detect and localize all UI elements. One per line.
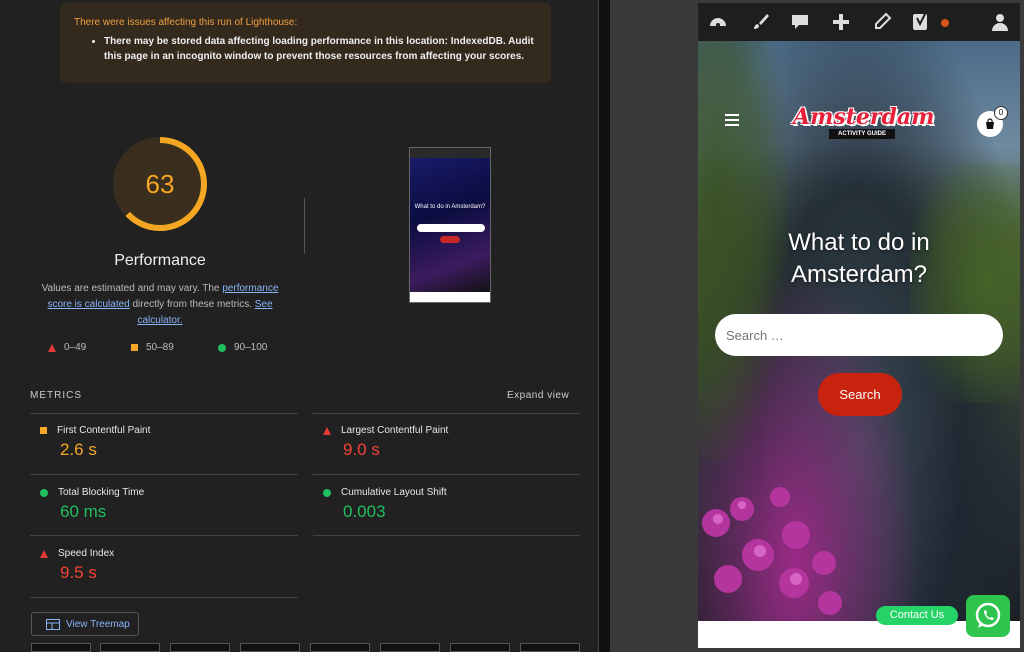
average-square-icon: [131, 344, 138, 351]
divider: [304, 198, 305, 254]
panel-divider[interactable]: [598, 0, 610, 652]
desc-text-mid: directly from these metrics.: [129, 299, 255, 310]
warning-item: There may be stored data affecting loadi…: [104, 34, 537, 64]
metric-value: 60 ms: [60, 502, 107, 521]
logo-title: Amsterdam: [793, 104, 935, 130]
thumb-title: What to do in Amsterdam?: [414, 204, 486, 210]
logo-subtitle: ACTIVITY GUIDE: [829, 129, 895, 139]
view-treemap-button[interactable]: View Treemap: [31, 612, 139, 636]
customize-brush-icon[interactable]: [751, 12, 771, 32]
metric-label: Largest Contentful Paint: [341, 425, 449, 436]
menu-icon[interactable]: [725, 114, 739, 129]
separator: [313, 474, 580, 475]
category-title: Performance: [114, 252, 206, 269]
separator: [313, 413, 580, 414]
thumb-admin-bar: [410, 148, 490, 158]
metric-label: Cumulative Layout Shift: [341, 487, 447, 498]
average-square-icon: [40, 427, 47, 434]
legend-fail-label: 0–49: [64, 342, 87, 353]
metric-value: 9.0 s: [343, 440, 380, 459]
cart-count-badge: 0: [994, 106, 1008, 120]
metric-value: 2.6 s: [60, 440, 97, 459]
separator: [30, 535, 298, 536]
search-button[interactable]: Search: [818, 373, 902, 416]
metric-lcp: Largest Contentful Paint 9.0 s: [313, 425, 573, 460]
mobile-preview: Amsterdam ACTIVITY GUIDE 0 What to do in…: [698, 3, 1020, 648]
filmstrip-frame: [380, 643, 440, 652]
legend-average: 50–89: [131, 342, 174, 353]
separator: [30, 474, 298, 475]
lighthouse-report: There were issues affecting this run of …: [0, 0, 598, 652]
thumb-search: [417, 224, 485, 232]
thumb-footer: [410, 292, 490, 302]
warning-title: There were issues affecting this run of …: [74, 17, 298, 28]
filmstrip-frame: [100, 643, 160, 652]
wp-admin-bar: [698, 3, 1020, 41]
metric-label: Total Blocking Time: [58, 487, 145, 498]
search-input[interactable]: [715, 314, 1003, 356]
treemap-label: View Treemap: [66, 618, 130, 630]
site-logo[interactable]: Amsterdam ACTIVITY GUIDE: [793, 104, 935, 142]
pass-circle-icon: [218, 343, 226, 352]
score-description: Values are estimated and may vary. The p…: [30, 281, 290, 329]
pass-circle-icon: [323, 488, 331, 497]
warning-box: There were issues affecting this run of …: [60, 3, 551, 83]
metric-tbt: Total Blocking Time 60 ms: [30, 487, 290, 522]
metric-si: Speed Index 9.5 s: [30, 548, 290, 583]
treemap-icon: [46, 618, 60, 630]
seo-status-dot: [941, 19, 949, 27]
dashboard-icon[interactable]: [708, 12, 728, 32]
yoast-icon[interactable]: [911, 12, 931, 32]
shopping-bag-icon: [986, 118, 994, 129]
legend-fail: 0–49: [48, 342, 86, 353]
filmstrip-frame: [450, 643, 510, 652]
new-plus-icon[interactable]: [831, 12, 851, 32]
filmstrip-frame: [240, 643, 300, 652]
expand-view-button[interactable]: Expand view: [507, 390, 569, 401]
comments-icon[interactable]: [790, 12, 810, 32]
legend-average-label: 50–89: [146, 342, 174, 353]
separator: [30, 413, 298, 414]
metrics-heading: METRICS: [30, 390, 82, 401]
fail-triangle-icon: [48, 343, 56, 352]
metric-value: 9.5 s: [60, 563, 97, 582]
separator: [313, 535, 580, 536]
flowers-image: [702, 487, 842, 615]
whatsapp-icon: [975, 602, 1001, 628]
hero-title: What to do in Amsterdam?: [788, 229, 930, 288]
contact-us-button[interactable]: Contact Us: [876, 606, 958, 625]
metric-cls: Cumulative Layout Shift 0.003: [313, 487, 573, 522]
metric-fcp: First Contentful Paint 2.6 s: [30, 425, 290, 460]
legend-pass: 90–100: [218, 342, 267, 353]
final-screenshot-thumbnail[interactable]: What to do in Amsterdam?: [409, 147, 491, 303]
user-icon[interactable]: [990, 12, 1010, 32]
fail-triangle-icon: [323, 426, 331, 435]
edit-pencil-icon[interactable]: [872, 12, 892, 32]
fail-triangle-icon: [40, 549, 48, 558]
metric-label: First Contentful Paint: [57, 425, 151, 436]
filmstrip-frame: [310, 643, 370, 652]
separator: [30, 597, 298, 598]
desc-text: Values are estimated and may vary. The: [41, 283, 223, 294]
performance-score: 63: [145, 168, 175, 199]
filmstrip-frame: [520, 643, 580, 652]
pass-circle-icon: [40, 488, 48, 497]
metric-label: Speed Index: [58, 548, 115, 559]
metric-value: 0.003: [343, 502, 386, 521]
filmstrip-frame: [170, 643, 230, 652]
whatsapp-button[interactable]: [966, 595, 1010, 637]
filmstrip-frame: [31, 643, 91, 652]
thumb-button: [440, 236, 460, 243]
legend-pass-label: 90–100: [234, 342, 268, 353]
